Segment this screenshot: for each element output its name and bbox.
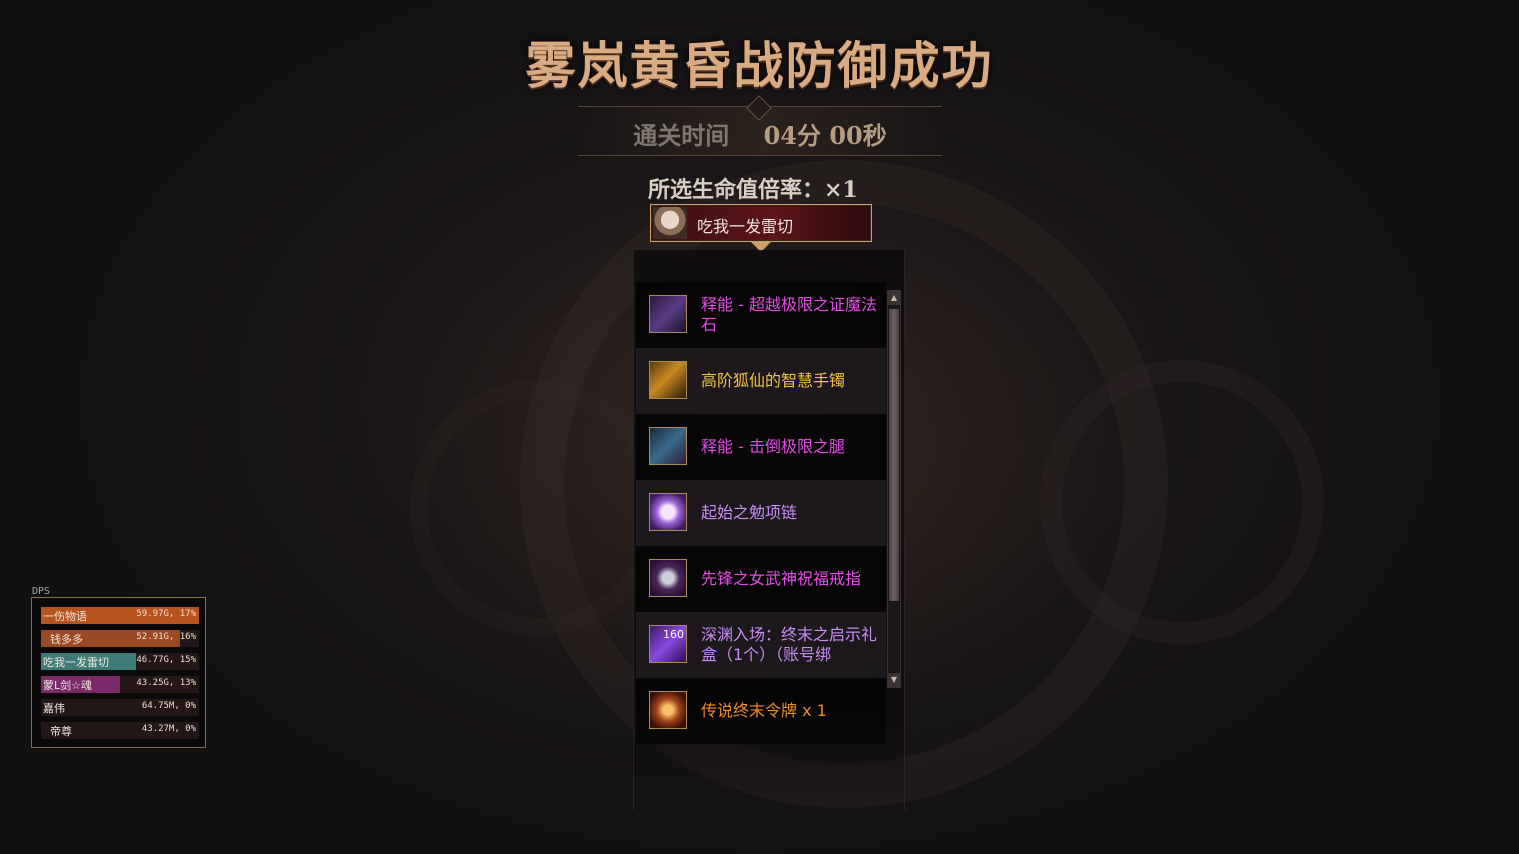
reward-item[interactable]: 高阶狐仙的智慧手镯 — [636, 348, 886, 414]
token-icon[interactable] — [649, 691, 687, 729]
magic-stone-icon[interactable] — [649, 295, 687, 333]
reward-item-name: 先锋之女武神祝福戒指 — [701, 569, 862, 588]
leg-armor-icon[interactable] — [649, 427, 687, 465]
background-gear-decoration — [410, 380, 666, 636]
reward-item[interactable]: 释能 - 超越极限之证魔法石 — [636, 282, 886, 348]
reward-item-name: 深渊入场：终末之启示礼盒（1个）（账号绑 — [701, 625, 878, 664]
clear-time: 通关时间 04分 00秒 — [578, 116, 942, 151]
player-name: 吃我一发雷切 — [697, 217, 794, 236]
dps-row: 帝尊 43.27M, 0% — [41, 722, 199, 739]
reward-item[interactable]: 传说终末令牌 x 1 — [636, 678, 886, 744]
dps-player-name: 钱多多 — [43, 633, 83, 646]
dps-player-name: 蒙L剑☆魂 — [43, 679, 92, 692]
hp-rate-label: 所选生命值倍率：×1 — [648, 177, 858, 203]
reward-item-name: 传说终末令牌 x 1 — [701, 701, 827, 720]
dps-value: 46.77G, 15% — [136, 655, 196, 665]
necklace-icon[interactable] — [649, 493, 687, 531]
clear-time-label: 通关时间 — [633, 121, 730, 150]
scroll-up-icon[interactable]: ▲ — [888, 291, 900, 305]
reward-item-name: 释能 - 击倒极限之腿 — [701, 437, 845, 456]
clear-time-value: 04分 00秒 — [763, 121, 887, 150]
dps-row: 嘉伟 64.75M, 0% — [41, 699, 199, 716]
dps-value: 43.27M, 0% — [141, 724, 196, 734]
dps-row: 吃我一发雷切 46.77G, 15% — [41, 653, 199, 670]
dps-row: 蒙L剑☆魂 43.25G, 13% — [41, 676, 199, 693]
reward-scrollbar[interactable]: ▲ ▼ — [887, 290, 901, 688]
dps-row: 钱多多 52.91G, 16% — [41, 630, 199, 647]
dps-title: DPS — [32, 586, 51, 597]
reward-list: 释能 - 超越极限之证魔法石高阶狐仙的智慧手镯 释能 - 击倒极限之腿 起始之勉项链… — [636, 282, 886, 744]
reward-item-name: 起始之勉项链 — [701, 503, 798, 522]
dps-meter: 一伤物语 59.97G, 17% 钱多多 52.91G, 16% 吃我一发雷切 46.7… — [31, 597, 206, 748]
player-tag: 吃我一发雷切 — [650, 204, 872, 252]
dps-player-name: 嘉伟 — [43, 702, 65, 715]
dps-row: 一伤物语 59.97G, 17% — [41, 607, 199, 624]
result-screen: 雾岚黄昏战防御成功 通关时间 04分 00秒 所选生命值倍率：×1 吃我一发雷切… — [0, 0, 1519, 854]
dps-value: 59.97G, 17% — [136, 609, 196, 619]
ring-icon[interactable] — [649, 559, 687, 597]
reward-item[interactable]: 起始之勉项链 — [636, 480, 886, 546]
dps-value: 64.75M, 0% — [141, 701, 196, 711]
gift-box-icon[interactable]: 160 — [649, 625, 687, 663]
item-count-badge: 160 — [663, 628, 684, 641]
scroll-thumb[interactable] — [889, 309, 899, 601]
dps-value: 43.25G, 13% — [136, 678, 196, 688]
player-avatar — [653, 207, 687, 239]
result-title: 雾岚黄昏战防御成功 — [525, 36, 994, 95]
dps-player-name: 一伤物语 — [43, 610, 87, 623]
reward-item[interactable]: 160 深渊入场：终末之启示礼盒（1个）（账号绑 — [636, 612, 886, 678]
reward-item-name: 释能 - 超越极限之证魔法石 — [701, 295, 877, 334]
scroll-down-icon[interactable]: ▼ — [888, 673, 900, 687]
reward-item[interactable]: 先锋之女武神祝福戒指 — [636, 546, 886, 612]
reward-item-name: 高阶狐仙的智慧手镯 — [701, 371, 846, 390]
background-gear-decoration — [1040, 360, 1324, 644]
reward-item[interactable]: 释能 - 击倒极限之腿 — [636, 414, 886, 480]
dps-player-name: 帝尊 — [43, 725, 72, 738]
bracelet-icon[interactable] — [649, 361, 687, 399]
dps-value: 52.91G, 16% — [136, 632, 196, 642]
dps-player-name: 吃我一发雷切 — [43, 656, 109, 669]
